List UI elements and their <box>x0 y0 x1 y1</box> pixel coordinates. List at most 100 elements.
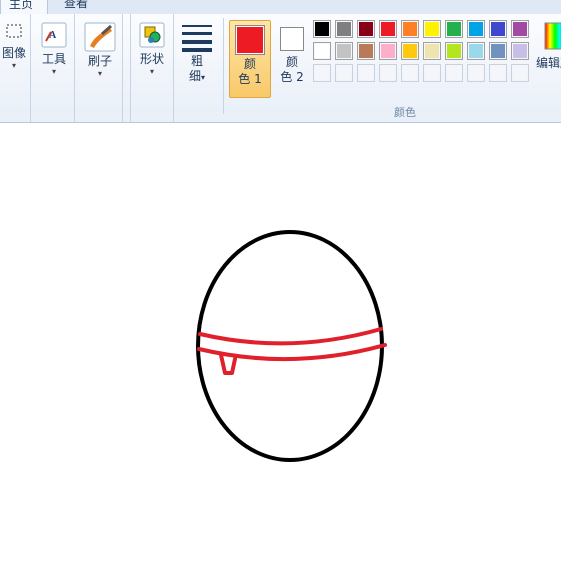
swatch-fill <box>447 66 461 80</box>
palette-swatch-empty[interactable] <box>511 64 529 82</box>
tab-view[interactable]: 查看 <box>56 0 96 14</box>
swatch-fill <box>359 22 373 36</box>
palette-swatch[interactable] <box>467 20 485 38</box>
swatch-fill <box>469 22 483 36</box>
palette-swatch-empty[interactable] <box>335 64 353 82</box>
swatch-fill <box>425 66 439 80</box>
palette-swatch-empty[interactable] <box>467 64 485 82</box>
edit-colors-label: 编辑颜 <box>536 56 561 70</box>
swatch-fill <box>359 66 373 80</box>
chevron-down-icon: ▾ <box>149 67 154 76</box>
palette-swatch[interactable] <box>423 42 441 60</box>
drawn-red-line-upper <box>198 327 383 346</box>
swatch-fill <box>491 44 505 58</box>
swatch-fill <box>469 44 483 58</box>
color1-label-line2: 色 1 <box>238 72 262 86</box>
palette-swatch[interactable] <box>335 42 353 60</box>
swatch-fill <box>447 22 461 36</box>
palette-swatch[interactable] <box>313 42 331 60</box>
swatch-fill <box>403 44 417 58</box>
palette-swatch[interactable] <box>445 42 463 60</box>
palette-swatch-empty[interactable] <box>313 64 331 82</box>
swatch-fill <box>447 44 461 58</box>
shapes-icon <box>139 22 165 48</box>
select-icon <box>6 24 22 38</box>
drawn-red-tab <box>219 353 237 375</box>
palette-swatch-empty[interactable] <box>445 64 463 82</box>
swatch-fill <box>491 66 505 80</box>
swatch-fill <box>403 66 417 80</box>
palette-swatch[interactable] <box>467 42 485 60</box>
palette-swatch[interactable] <box>379 20 397 38</box>
tools-group: A 工具 ▾ <box>34 14 75 122</box>
line-size-icon <box>182 25 212 52</box>
color1-button[interactable]: 颜 色 1 <box>229 20 271 98</box>
swatch-fill <box>469 66 483 80</box>
chevron-down-icon: ▾ <box>11 61 16 70</box>
brushes-group: 刷子 ▾ <box>78 14 123 122</box>
swatch-fill <box>513 66 527 80</box>
swatch-fill <box>403 22 417 36</box>
palette-swatch-empty[interactable] <box>379 64 397 82</box>
drawn-red-line-lower <box>197 343 387 362</box>
palette-swatch[interactable] <box>445 20 463 38</box>
swatch-fill <box>359 44 373 58</box>
ribbon-tab-bar: 主页 查看 <box>0 0 561 15</box>
color2-label-line1: 颜 <box>285 55 298 69</box>
swatch-fill <box>315 22 329 36</box>
color2-label-line2: 色 2 <box>280 70 304 84</box>
swatch-fill <box>315 44 329 58</box>
palette-swatch[interactable] <box>511 42 529 60</box>
swatch-fill <box>337 44 351 58</box>
image-button[interactable]: 图像 ▾ <box>0 24 28 71</box>
chevron-down-icon: ▾ <box>51 67 56 76</box>
swatch-fill <box>381 22 395 36</box>
palette-swatch[interactable] <box>401 20 419 38</box>
shapes-button[interactable]: 形状 ▾ <box>135 22 169 77</box>
palette-swatch[interactable] <box>313 20 331 38</box>
chevron-down-icon: ▾ <box>97 69 102 78</box>
palette-swatch[interactable] <box>423 20 441 38</box>
swatch-fill <box>381 66 395 80</box>
brushes-button[interactable]: 刷子 ▾ <box>82 22 118 79</box>
palette-swatch[interactable] <box>357 42 375 60</box>
palette-swatch-empty[interactable] <box>357 64 375 82</box>
swatch-fill <box>425 22 439 36</box>
swatch-fill <box>513 22 527 36</box>
drawing-surface[interactable] <box>0 123 561 570</box>
shapes-group: 形状 ▾ <box>130 14 174 122</box>
image-group: 图像 ▾ <box>0 14 31 122</box>
brushes-label: 刷子 <box>87 54 112 68</box>
color1-swatch <box>235 25 265 55</box>
edit-colors-button[interactable]: 编辑颜 <box>536 22 561 71</box>
tab-home[interactable]: 主页 <box>0 0 48 15</box>
swatch-fill <box>381 44 395 58</box>
color2-fill <box>282 29 302 49</box>
palette-swatch[interactable] <box>401 42 419 60</box>
swatch-fill <box>425 44 439 58</box>
divider <box>223 18 224 114</box>
brush-icon <box>84 22 116 52</box>
image-label: 图像 <box>1 46 26 60</box>
paint-canvas[interactable] <box>0 123 561 570</box>
swatch-fill <box>513 44 527 58</box>
palette-swatch[interactable] <box>357 20 375 38</box>
color1-fill <box>237 27 263 53</box>
size-button[interactable]: 粗 细▾ <box>176 22 218 85</box>
palette-swatch-empty[interactable] <box>489 64 507 82</box>
palette-swatch[interactable] <box>511 20 529 38</box>
palette-swatch[interactable] <box>379 42 397 60</box>
tools-icon: A <box>41 22 67 48</box>
color2-swatch <box>280 27 304 51</box>
chevron-down-icon: ▾ <box>201 73 206 82</box>
palette-swatch[interactable] <box>489 42 507 60</box>
rainbow-icon <box>544 22 561 50</box>
palette-swatch[interactable] <box>335 20 353 38</box>
swatch-fill <box>337 66 351 80</box>
palette-swatch-empty[interactable] <box>423 64 441 82</box>
palette-swatch-empty[interactable] <box>401 64 419 82</box>
color2-button[interactable]: 颜 色 2 <box>272 20 312 96</box>
colors-group-caption: 颜色 <box>394 106 416 119</box>
tools-button[interactable]: A 工具 ▾ <box>38 22 70 77</box>
palette-swatch[interactable] <box>489 20 507 38</box>
